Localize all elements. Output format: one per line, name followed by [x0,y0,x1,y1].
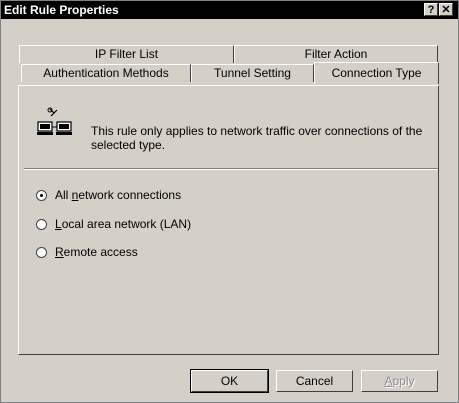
rule-description: This rule only applies to network traffi… [91,124,423,152]
apply-button[interactable]: Apply [361,370,438,392]
ok-button[interactable]: OK [190,369,269,393]
title-bar: Edit Rule Properties ? ✕ [1,1,458,19]
radio-label: Local area network (LAN) [55,217,192,231]
window-title: Edit Rule Properties [4,3,119,17]
help-button[interactable]: ? [424,3,438,16]
tab-ip-filter-list[interactable]: IP Filter List [19,45,234,63]
cancel-button[interactable]: Cancel [276,370,353,392]
radio-button[interactable] [36,246,47,258]
tab-authentication-methods[interactable]: Authentication Methods [21,64,191,82]
radio-button[interactable] [36,189,47,201]
tab-filter-action[interactable]: Filter Action [234,45,438,63]
dialog-window: Edit Rule Properties ? ✕ IP Filter List … [0,0,459,403]
radio-remote-access[interactable]: Remote access [36,244,138,260]
radio-all-network-connections[interactable]: All network connections [36,187,181,203]
radio-button[interactable] [36,218,47,230]
network-computers-icon [36,107,76,144]
tab-connection-type[interactable]: Connection Type [314,62,439,84]
tab-tunnel-setting[interactable]: Tunnel Setting [191,64,314,82]
close-button[interactable]: ✕ [439,3,453,16]
radio-local-area-network[interactable]: Local area network (LAN) [36,216,191,232]
separator [24,168,438,170]
radio-label: All network connections [55,188,182,202]
radio-label: Remote access [55,245,138,259]
